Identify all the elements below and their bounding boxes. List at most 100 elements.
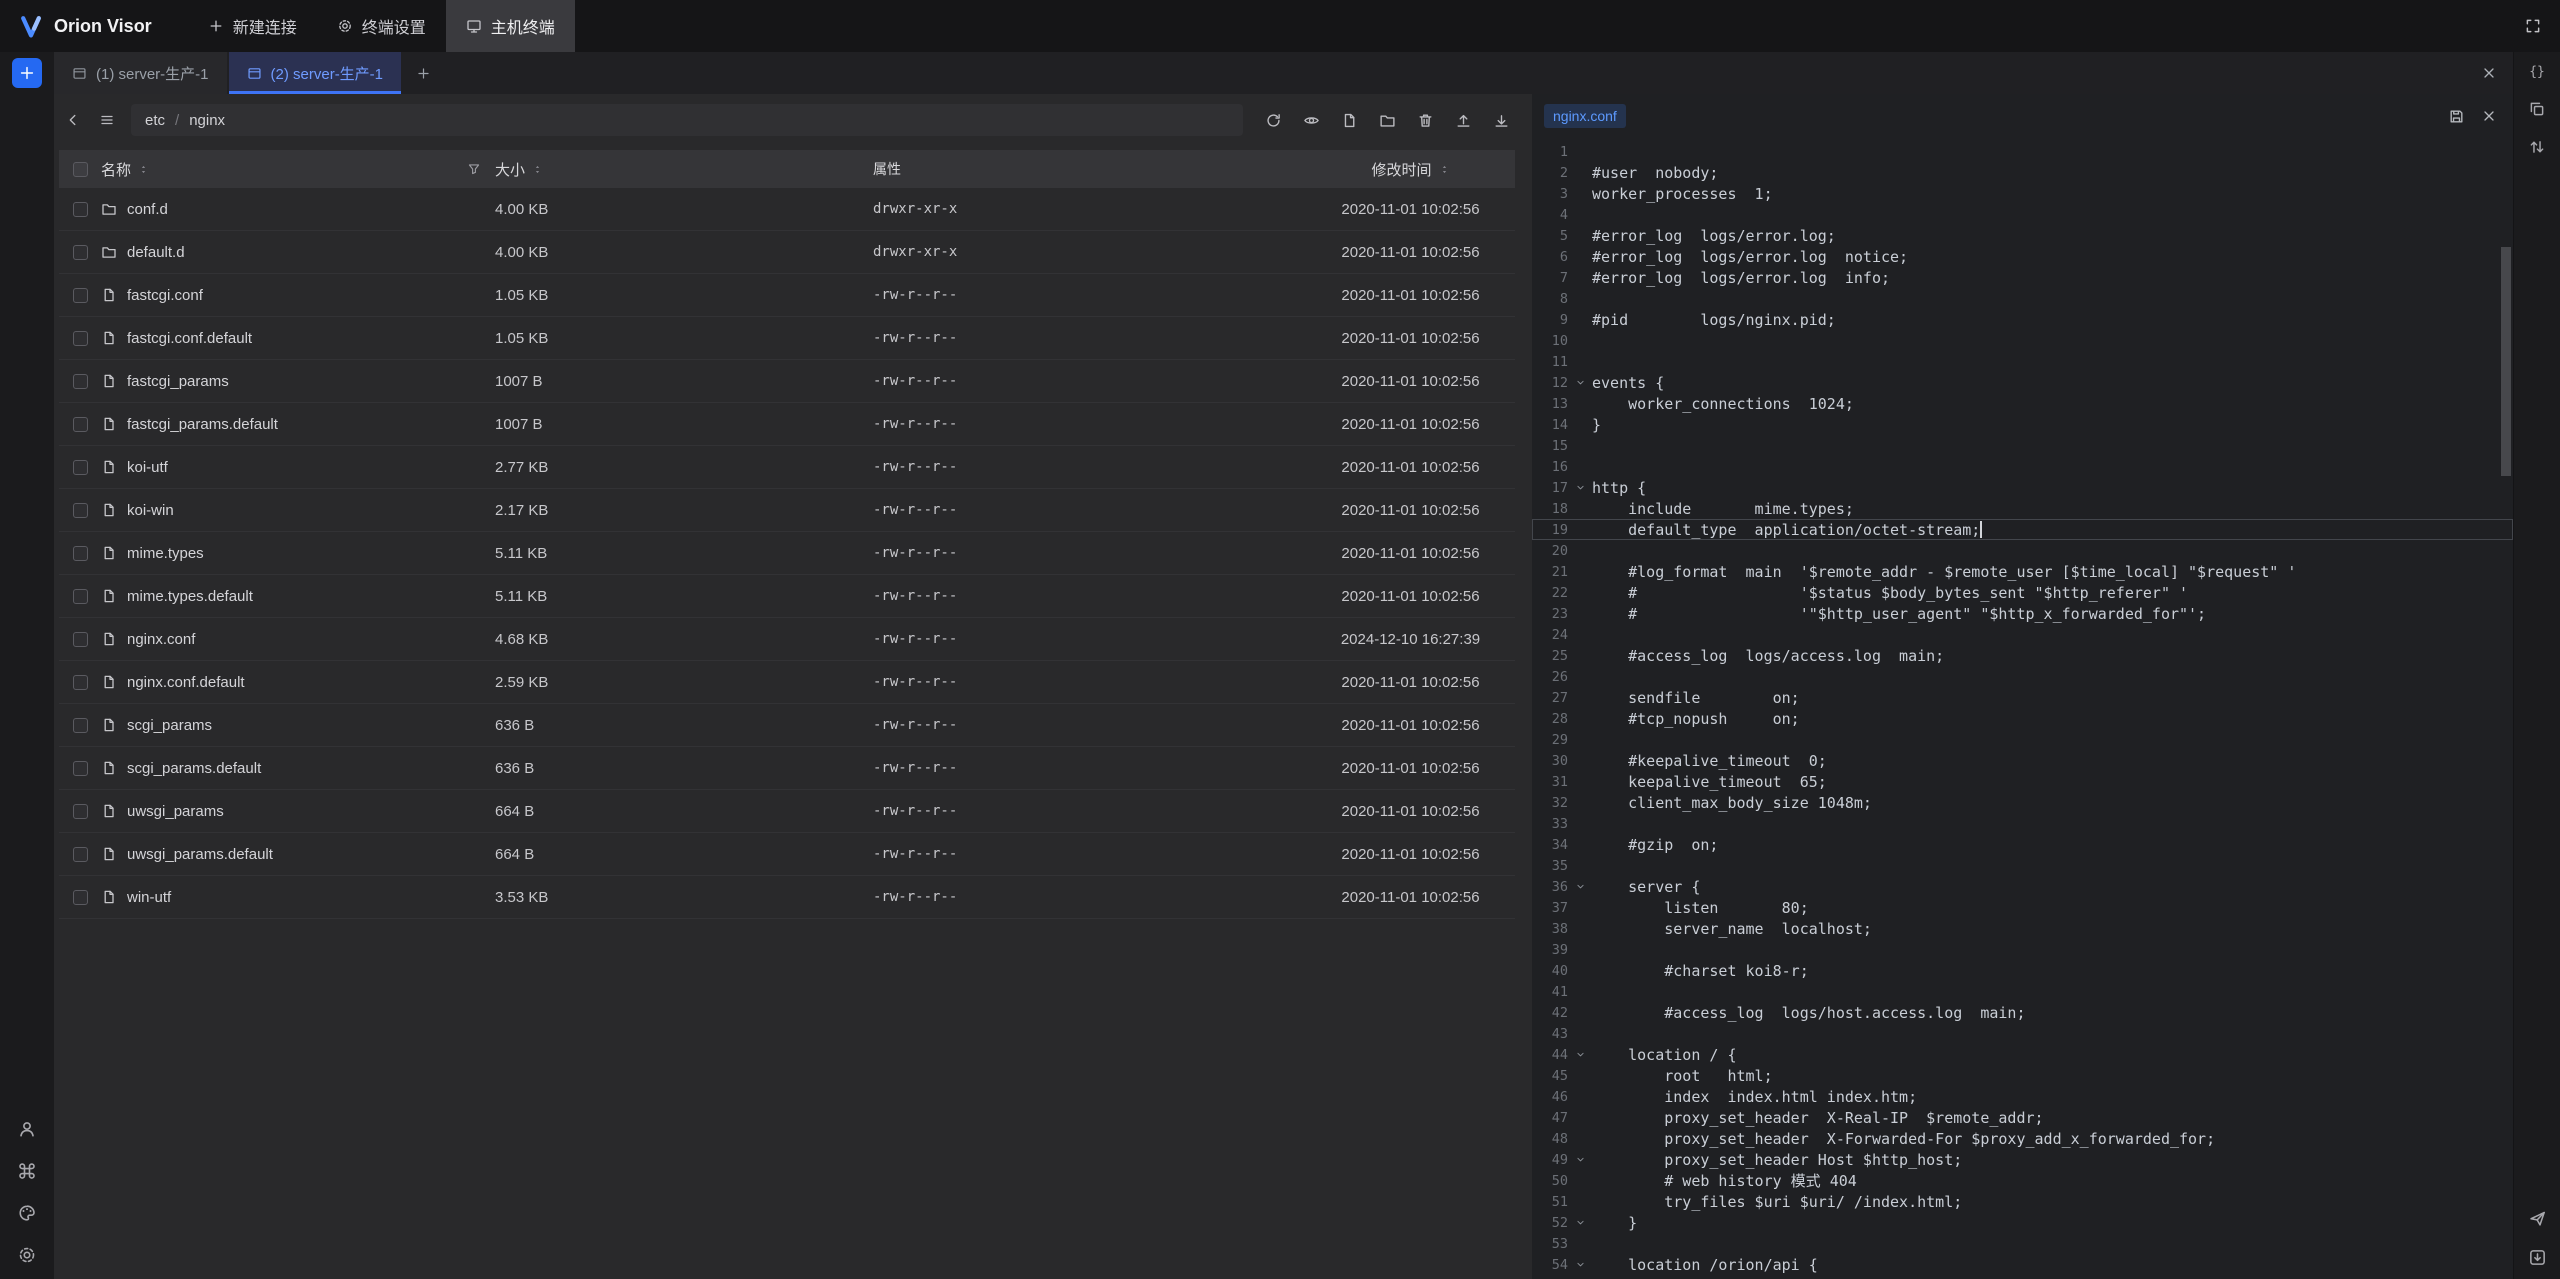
column-header-size[interactable]: 大小	[495, 159, 873, 180]
file-name[interactable]: koi-win	[127, 502, 174, 519]
file-name[interactable]: uwsgi_params	[127, 803, 224, 820]
select-all-checkbox[interactable]	[73, 162, 88, 177]
code-line[interactable]: 3worker_processes 1;	[1532, 183, 2513, 204]
row-checkbox[interactable]	[73, 202, 88, 217]
refresh-button[interactable]	[1259, 106, 1287, 134]
code-line[interactable]: 47 proxy_set_header X-Real-IP $remote_ad…	[1532, 1107, 2513, 1128]
file-name[interactable]: uwsgi_params.default	[127, 846, 273, 863]
code-line[interactable]: 16	[1532, 456, 2513, 477]
file-name[interactable]: nginx.conf	[127, 631, 195, 648]
row-checkbox[interactable]	[73, 632, 88, 647]
file-name[interactable]: mime.types.default	[127, 588, 253, 605]
table-row[interactable]: default.d4.00 KBdrwxr-xr-x2020-11-01 10:…	[59, 231, 1515, 274]
table-row[interactable]: scgi_params636 B-rw-r--r--2020-11-01 10:…	[59, 704, 1515, 747]
file-name[interactable]: fastcgi.conf	[127, 287, 203, 304]
sort-icon[interactable]	[1439, 164, 1450, 175]
file-name[interactable]: koi-utf	[127, 459, 168, 476]
code-line[interactable]: 41	[1532, 981, 2513, 1002]
file-transfer-icon[interactable]	[2528, 1248, 2547, 1267]
row-checkbox[interactable]	[73, 589, 88, 604]
code-line[interactable]: 23 # '"$http_user_agent" "$http_x_forwar…	[1532, 603, 2513, 624]
code-line[interactable]: 32 client_max_body_size 1048m;	[1532, 792, 2513, 813]
fullscreen-icon[interactable]	[2524, 17, 2542, 35]
code-line[interactable]: 20	[1532, 540, 2513, 561]
code-line[interactable]: 33	[1532, 813, 2513, 834]
column-header-mtime[interactable]: 修改时间	[1306, 159, 1515, 180]
code-line[interactable]: 26	[1532, 666, 2513, 687]
code-line[interactable]: 49 proxy_set_header Host $http_host;	[1532, 1149, 2513, 1170]
code-line[interactable]: 13 worker_connections 1024;	[1532, 393, 2513, 414]
row-checkbox[interactable]	[73, 675, 88, 690]
code-line[interactable]: 18 include mime.types;	[1532, 498, 2513, 519]
code-line[interactable]: 4	[1532, 204, 2513, 225]
close-panel-button[interactable]	[2481, 65, 2497, 81]
row-checkbox[interactable]	[73, 718, 88, 733]
save-button[interactable]	[2448, 108, 2465, 125]
editor-close-button[interactable]	[2481, 108, 2497, 124]
fold-chevron-down-icon[interactable]	[1568, 482, 1592, 493]
code-line[interactable]: 38 server_name localhost;	[1532, 918, 2513, 939]
fold-chevron-down-icon[interactable]	[1568, 1217, 1592, 1228]
code-line[interactable]: 28 #tcp_nopush on;	[1532, 708, 2513, 729]
code-line[interactable]: 53	[1532, 1233, 2513, 1254]
code-line[interactable]: 46 index index.html index.htm;	[1532, 1086, 2513, 1107]
file-name[interactable]: fastcgi_params.default	[127, 416, 278, 433]
code-line[interactable]: 44 location / {	[1532, 1044, 2513, 1065]
column-header-name[interactable]: 名称	[101, 159, 495, 180]
file-name[interactable]: fastcgi.conf.default	[127, 330, 252, 347]
json-view-icon[interactable]: {}	[2528, 62, 2546, 80]
settings-icon[interactable]	[17, 1245, 37, 1265]
table-row[interactable]: win-utf3.53 KB-rw-r--r--2020-11-01 10:02…	[59, 876, 1515, 919]
code-line[interactable]: 22 # '$status $body_bytes_sent "$http_re…	[1532, 582, 2513, 603]
code-line[interactable]: 52 }	[1532, 1212, 2513, 1233]
code-line[interactable]: 1	[1532, 141, 2513, 162]
code-line[interactable]: 36 server {	[1532, 876, 2513, 897]
terminal-tab-1[interactable]: (1) server-生产-1	[54, 52, 227, 94]
breadcrumb-item[interactable]: nginx	[189, 112, 225, 129]
code-line[interactable]: 9#pid logs/nginx.pid;	[1532, 309, 2513, 330]
user-icon[interactable]	[17, 1119, 37, 1139]
code-line[interactable]: 42 #access_log logs/host.access.log main…	[1532, 1002, 2513, 1023]
code-line[interactable]: 45 root html;	[1532, 1065, 2513, 1086]
code-line[interactable]: 5#error_log logs/error.log;	[1532, 225, 2513, 246]
command-shortcut-icon[interactable]	[17, 1161, 37, 1181]
code-line[interactable]: 29	[1532, 729, 2513, 750]
menu-item-host-terminal[interactable]: 主机终端	[446, 0, 575, 52]
row-checkbox[interactable]	[73, 761, 88, 776]
code-line[interactable]: 12events {	[1532, 372, 2513, 393]
row-checkbox[interactable]	[73, 503, 88, 518]
file-name[interactable]: nginx.conf.default	[127, 674, 245, 691]
code-line[interactable]: 19 default_type application/octet-stream…	[1532, 519, 2513, 540]
table-row[interactable]: nginx.conf4.68 KB-rw-r--r--2024-12-10 16…	[59, 618, 1515, 661]
back-button[interactable]	[59, 106, 87, 134]
fold-chevron-down-icon[interactable]	[1568, 1049, 1592, 1060]
table-row[interactable]: uwsgi_params.default664 B-rw-r--r--2020-…	[59, 833, 1515, 876]
table-row[interactable]: scgi_params.default636 B-rw-r--r--2020-1…	[59, 747, 1515, 790]
code-line[interactable]: 37 listen 80;	[1532, 897, 2513, 918]
fold-chevron-down-icon[interactable]	[1568, 881, 1592, 892]
row-checkbox[interactable]	[73, 331, 88, 346]
table-row[interactable]: mime.types.default5.11 KB-rw-r--r--2020-…	[59, 575, 1515, 618]
table-row[interactable]: mime.types5.11 KB-rw-r--r--2020-11-01 10…	[59, 532, 1515, 575]
code-line[interactable]: 25 #access_log logs/access.log main;	[1532, 645, 2513, 666]
code-line[interactable]: 21 #log_format main '$remote_addr - $rem…	[1532, 561, 2513, 582]
row-checkbox[interactable]	[73, 546, 88, 561]
code-line[interactable]: 14}	[1532, 414, 2513, 435]
sort-icon[interactable]	[532, 164, 543, 175]
table-row[interactable]: fastcgi.conf1.05 KB-rw-r--r--2020-11-01 …	[59, 274, 1515, 317]
file-name[interactable]: scgi_params.default	[127, 760, 261, 777]
file-name[interactable]: scgi_params	[127, 717, 212, 734]
fold-chevron-down-icon[interactable]	[1568, 1154, 1592, 1165]
file-name[interactable]: fastcgi_params	[127, 373, 229, 390]
editor-scrollbar[interactable]	[2501, 247, 2511, 476]
code-line[interactable]: 43	[1532, 1023, 2513, 1044]
theme-icon[interactable]	[17, 1203, 37, 1223]
table-row[interactable]: conf.d4.00 KBdrwxr-xr-x2020-11-01 10:02:…	[59, 188, 1515, 231]
terminal-tab-2[interactable]: (2) server-生产-1	[229, 52, 402, 94]
table-row[interactable]: nginx.conf.default2.59 KB-rw-r--r--2020-…	[59, 661, 1515, 704]
row-checkbox[interactable]	[73, 374, 88, 389]
code-line[interactable]: 24	[1532, 624, 2513, 645]
row-checkbox[interactable]	[73, 847, 88, 862]
row-checkbox[interactable]	[73, 417, 88, 432]
code-line[interactable]: 39	[1532, 939, 2513, 960]
